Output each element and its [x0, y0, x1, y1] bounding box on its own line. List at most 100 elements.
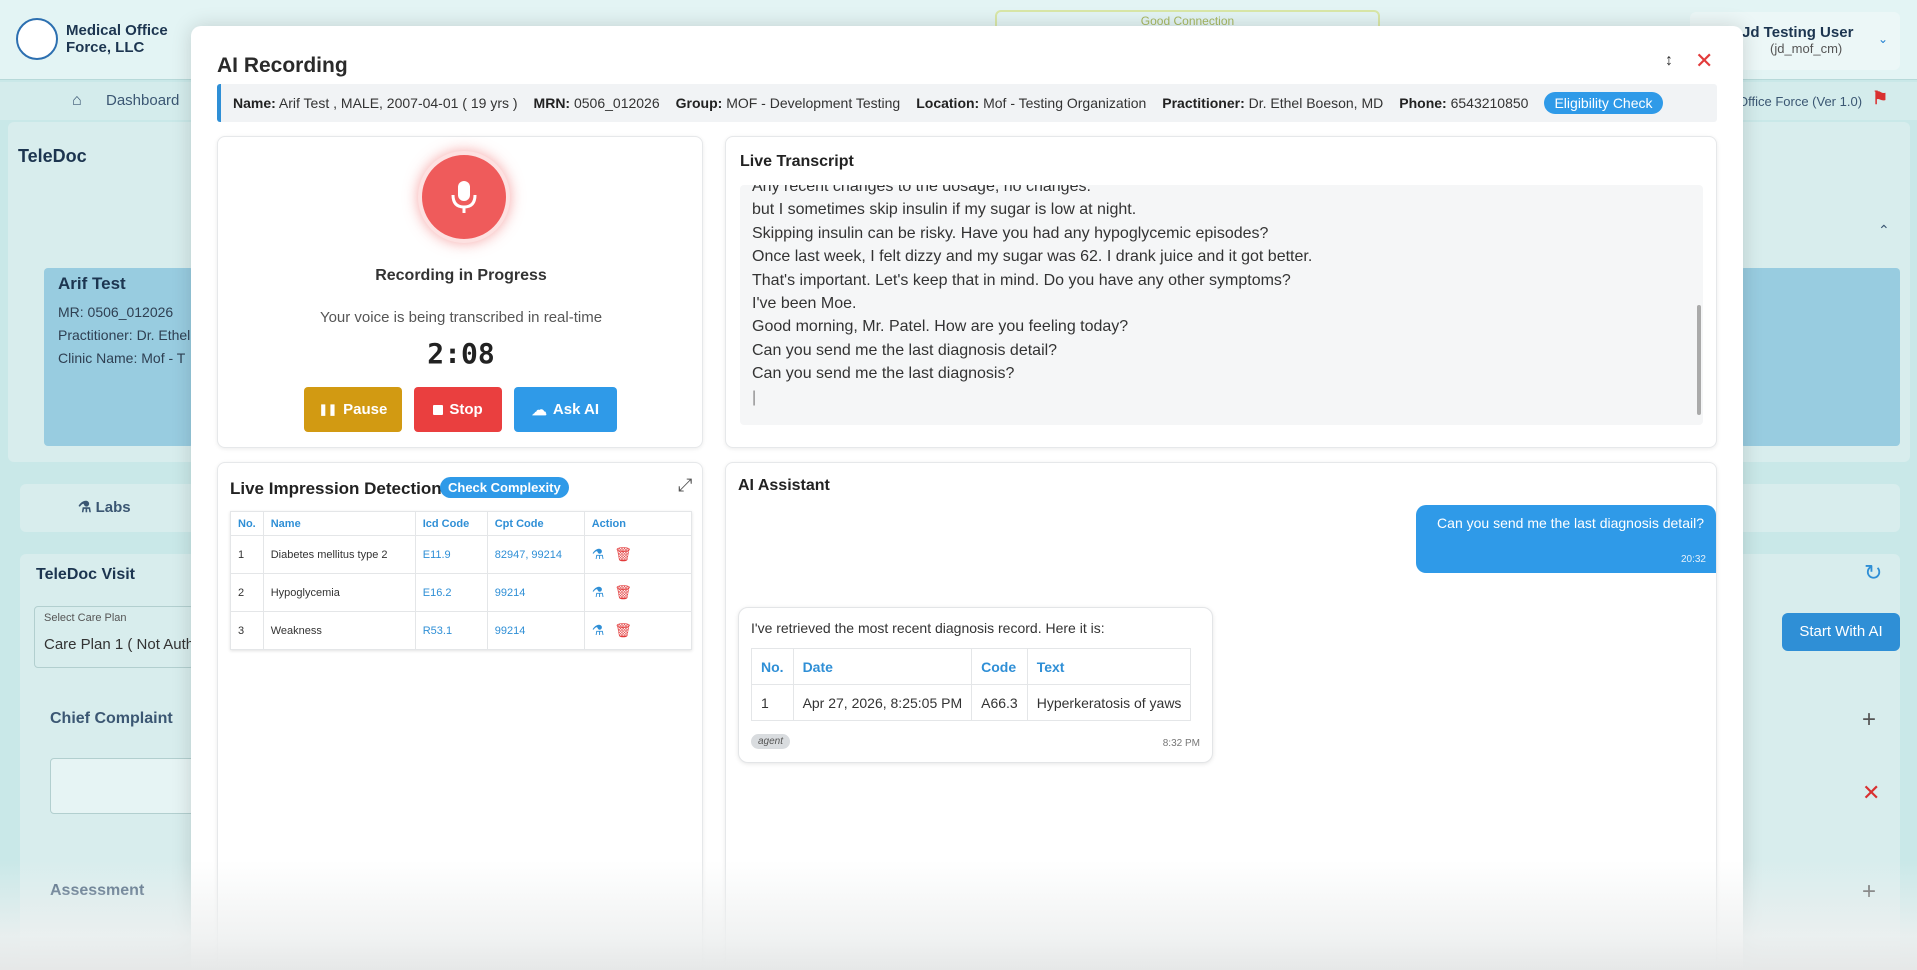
- transcript-line: Can you send me the last diagnosis?: [752, 365, 1015, 383]
- user-message-bubble: Can you send me the last diagnosis detai…: [1416, 505, 1716, 573]
- cell-name: Hypoglycemia: [262, 573, 416, 612]
- stop-button[interactable]: Stop: [414, 387, 502, 432]
- transcript-card: Live Transcript Any recent changes to th…: [725, 136, 1717, 448]
- patient-group-field: Group: MOF - Development Testing: [675, 95, 901, 111]
- transcript-title: Live Transcript: [740, 153, 854, 170]
- cell-no: 2: [230, 573, 264, 612]
- chief-complaint-field: [50, 758, 200, 814]
- column-header: Date: [792, 648, 973, 685]
- trash-icon[interactable]: 🗑: [614, 622, 632, 638]
- agent-message-time: 8:32 PM: [1162, 738, 1200, 749]
- column-header: No.: [230, 511, 264, 536]
- chevron-down-icon: ⌄: [1878, 32, 1889, 46]
- cell-cpt[interactable]: 99214: [486, 611, 585, 650]
- table-row: 1 Apr 27, 2026, 8:25:05 PM A66.3 Hyperke…: [751, 684, 1192, 721]
- patient-name-field: Name: Arif Test , MALE, 2007-04-01 ( 19 …: [233, 95, 518, 111]
- transcript-line: Any recent changes to the dosage, no cha…: [752, 185, 1091, 195]
- transcript-line: I've been Moe.: [752, 295, 857, 313]
- cell-no: 1: [230, 535, 264, 574]
- column-header: Name: [262, 511, 416, 536]
- app-version: Office Force (Ver 1.0): [1738, 94, 1863, 109]
- pause-icon: ❚❚: [318, 404, 338, 416]
- table-header-row: No. Date Code Text: [751, 648, 1192, 685]
- table-row: 3 Weakness R53.1 99214 ⚗ 🗑: [230, 611, 693, 650]
- tab-labs: ⚗ Labs: [78, 499, 131, 516]
- column-header: Icd Code: [414, 511, 488, 536]
- org-name: Medical Office Force, LLC: [66, 22, 168, 56]
- ai-assistant-title: AI Assistant: [738, 477, 830, 494]
- flask-icon[interactable]: ⚗: [592, 622, 605, 638]
- patient-practitioner-field: Practitioner: Dr. Ethel Boeson, MD: [1162, 95, 1384, 111]
- transcript-scrollbar[interactable]: [1697, 305, 1701, 415]
- patient-card-mr: MR: 0506_012026: [58, 304, 174, 320]
- cell-date: Apr 27, 2026, 8:25:05 PM: [792, 684, 973, 721]
- cell-no: 1: [751, 684, 794, 721]
- column-header: Code: [971, 648, 1028, 685]
- page-title: TeleDoc: [18, 146, 87, 166]
- column-header: Action: [583, 511, 693, 536]
- transcript-lines: Any recent changes to the dosage, no cha…: [752, 185, 1312, 409]
- recording-subtitle: Your voice is being transcribed in real-…: [319, 309, 603, 326]
- cell-cpt[interactable]: 82947, 99214: [486, 535, 585, 574]
- assessment-heading: Assessment: [50, 882, 145, 899]
- care-plan-label: Select Care Plan: [44, 612, 127, 624]
- user-message-time: 20:32: [1680, 554, 1706, 565]
- chevron-up-icon: ⌃: [1878, 222, 1890, 238]
- microphone-icon: [451, 181, 477, 213]
- transcript-area[interactable]: Any recent changes to the dosage, no cha…: [740, 185, 1703, 425]
- transcript-line: Good morning, Mr. Patel. How are you fee…: [752, 318, 1129, 336]
- recording-status: Recording in Progress: [375, 267, 547, 284]
- cell-icd[interactable]: E11.9: [414, 535, 488, 574]
- transcript-line: That's important. Let's keep that in min…: [752, 271, 1291, 289]
- patient-card-practitioner: Practitioner: Dr. Ethel: [58, 327, 190, 343]
- start-with-ai-button: Start With AI: [1782, 613, 1900, 651]
- table-row: 2 Hypoglycemia E16.2 99214 ⚗ 🗑: [230, 573, 693, 612]
- user-handle: (jd_mof_cm): [1770, 41, 1843, 56]
- microphone-button[interactable]: [418, 151, 510, 243]
- table-header-row: No. Name Icd Code Cpt Code Action: [230, 511, 693, 536]
- eligibility-check-button[interactable]: Eligibility Check: [1544, 92, 1663, 114]
- cell-icd[interactable]: E16.2: [414, 573, 488, 612]
- cell-name: Weakness: [262, 611, 416, 650]
- agent-message-bubble: I've retrieved the most recent diagnosis…: [738, 607, 1213, 763]
- trash-icon[interactable]: 🗑: [614, 584, 632, 600]
- cell-code: A66.3: [971, 684, 1028, 721]
- cell-text: Hyperkeratosis of yaws: [1026, 684, 1192, 721]
- stop-icon: [433, 404, 444, 415]
- cell-actions: ⚗ 🗑: [583, 611, 693, 650]
- collapse-icon[interactable]: ↕: [1665, 52, 1673, 70]
- care-plan-value: Care Plan 1 ( Not Auth: [44, 636, 195, 653]
- patient-mrn-field: MRN: 0506_012026: [533, 95, 660, 111]
- patient-phone-field: Phone: 6543210850: [1399, 95, 1529, 111]
- trash-icon[interactable]: 🗑: [614, 546, 632, 562]
- org-logo: [16, 18, 58, 60]
- recording-timer: 2:08: [427, 337, 495, 370]
- chief-complaint-heading: Chief Complaint: [50, 710, 173, 727]
- flask-icon[interactable]: ⚗: [592, 546, 605, 562]
- diagnosis-table: No. Date Code Text 1 Apr 27, 2026, 8:25:…: [751, 648, 1192, 721]
- impression-title: Live Impression Detection: [230, 479, 442, 498]
- transcript-line: Can you send me the last diagnosis detai…: [752, 341, 1058, 359]
- cell-icd[interactable]: R53.1: [414, 611, 488, 650]
- patient-card-name: Arif Test: [58, 274, 126, 293]
- transcript-line: but I sometimes skip insulin if my sugar…: [752, 201, 1137, 219]
- agent-tag: agent: [751, 734, 791, 749]
- user-name: Jd Testing User: [1742, 24, 1854, 41]
- flask-icon[interactable]: ⚗: [592, 584, 605, 600]
- agent-message: I've retrieved the most recent diagnosis…: [751, 620, 1105, 636]
- home-icon: ⌂: [72, 92, 82, 109]
- side-card: [1740, 268, 1900, 446]
- ask-ai-button[interactable]: ☁ Ask AI: [514, 387, 617, 432]
- text-cursor: |: [752, 388, 757, 406]
- table-row: 1 Diabetes mellitus type 2 E11.9 82947, …: [230, 535, 693, 574]
- ai-assistant-card: AI Assistant Can you send me the last di…: [725, 462, 1717, 970]
- close-icon[interactable]: ✕: [1695, 48, 1713, 74]
- pause-button[interactable]: ❚❚ Pause: [304, 387, 402, 432]
- cloud-icon: ☁: [531, 401, 547, 419]
- cell-actions: ⚗ 🗑: [583, 535, 693, 574]
- expand-icon[interactable]: ⤢: [678, 475, 692, 496]
- cell-cpt[interactable]: 99214: [486, 573, 585, 612]
- check-complexity-button[interactable]: Check Complexity: [440, 477, 569, 498]
- user-message: Can you send me the last diagnosis detai…: [1437, 515, 1704, 531]
- cell-actions: ⚗ 🗑: [583, 573, 693, 612]
